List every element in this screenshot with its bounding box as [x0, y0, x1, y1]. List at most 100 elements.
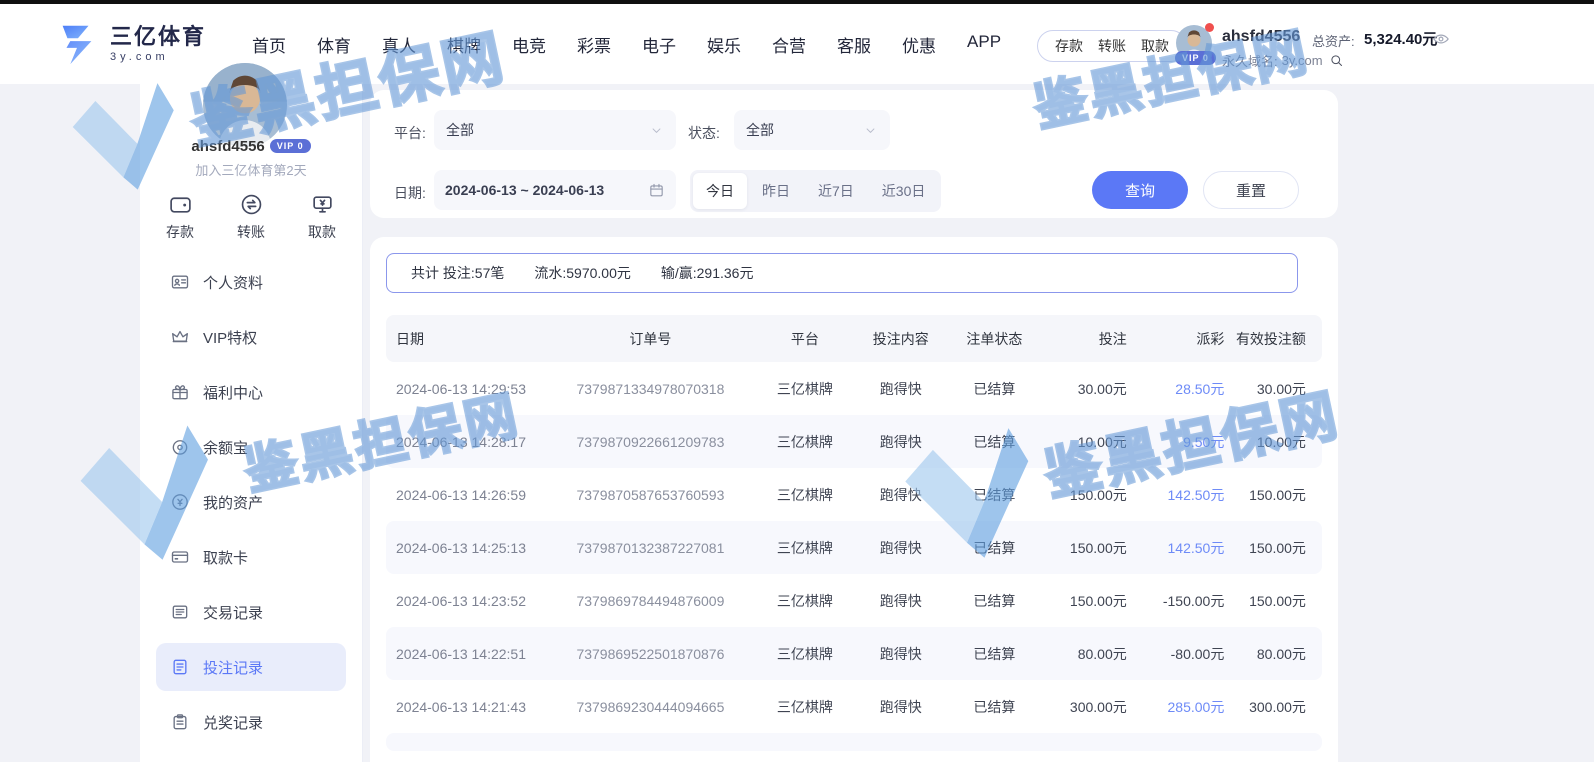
- cell-payout: -150.00元: [1135, 591, 1229, 611]
- sidebar-vip-badge: VIP 0: [270, 139, 311, 153]
- username[interactable]: ahsfd4556: [1222, 28, 1300, 46]
- nav-item-电竞[interactable]: 电竞: [512, 32, 546, 57]
- status-select[interactable]: 全部: [734, 110, 890, 150]
- nav-item-棋牌[interactable]: 棋牌: [447, 32, 481, 57]
- platform-select-value: 全部: [446, 120, 474, 140]
- sidebar-item-交易记录[interactable]: 交易记录: [156, 588, 346, 636]
- cell-valid-bet: 30.00元: [1228, 379, 1322, 399]
- sidebar-item-label: VIP特权: [203, 327, 257, 348]
- cell-bet-amount: 150.00元: [1041, 485, 1135, 505]
- sidebar-item-label: 个人资料: [203, 272, 263, 293]
- wallet-action-取款[interactable]: 取款: [1141, 36, 1169, 56]
- eye-icon[interactable]: [1432, 30, 1450, 48]
- sidebar-item-投注记录[interactable]: 投注记录: [156, 643, 346, 691]
- quick-action-转账[interactable]: 转账: [237, 192, 265, 242]
- nav-item-合营[interactable]: 合营: [772, 32, 806, 57]
- cell-bet-content: 跑得快: [854, 379, 948, 399]
- cell-order-no: 7379869522501870876: [545, 646, 756, 662]
- nav-item-体育[interactable]: 体育: [317, 32, 351, 57]
- magnifier-icon[interactable]: [1329, 53, 1344, 68]
- assets-label: 总资产:: [1312, 31, 1355, 50]
- cell-payout: 28.50元: [1135, 379, 1229, 399]
- nav-item-彩票[interactable]: 彩票: [577, 32, 611, 57]
- cell-platform: 三亿棋牌: [756, 485, 854, 505]
- id-card-icon: [170, 272, 190, 292]
- cell-order-no: 7379870587653760593: [545, 487, 756, 503]
- quick-action-label: 转账: [237, 222, 265, 242]
- cell-status: 已结算: [948, 379, 1042, 399]
- cell-payout: -80.00元: [1135, 644, 1229, 664]
- sidebar-item-label: 投注记录: [203, 657, 263, 678]
- col-header-bet-content: 投注内容: [854, 329, 948, 349]
- nav-item-电子[interactable]: 电子: [642, 32, 676, 57]
- col-header-valid-bet: 有效投注额: [1228, 329, 1322, 349]
- quick-range-group: 今日昨日近7日近30日: [690, 170, 941, 212]
- sidebar-item-兑奖记录[interactable]: 兑奖记录: [156, 698, 346, 746]
- date-range-value: 2024-06-13 ~ 2024-06-13: [445, 182, 604, 198]
- cell-payout: 285.00元: [1135, 697, 1229, 717]
- table-row: 2024-06-13 14:28:177379870922661209783三亿…: [386, 415, 1322, 468]
- nav-item-真人[interactable]: 真人: [382, 32, 416, 57]
- site-logo[interactable]: 三亿体育 3y.com: [54, 21, 206, 67]
- date-range-input[interactable]: 2024-06-13 ~ 2024-06-13: [434, 170, 676, 210]
- cell-bet-amount: 150.00元: [1041, 591, 1135, 611]
- sidebar-item-VIP特权[interactable]: VIP特权: [156, 313, 346, 361]
- quick-action-存款[interactable]: 存款: [166, 192, 194, 242]
- nav-item-娱乐[interactable]: 娱乐: [707, 32, 741, 57]
- cell-bet-content: 跑得快: [854, 591, 948, 611]
- wallet-action-存款[interactable]: 存款: [1055, 36, 1083, 56]
- reset-button[interactable]: 重置: [1203, 171, 1299, 209]
- cell-bet-content: 跑得快: [854, 697, 948, 717]
- notification-dot: [1205, 23, 1214, 32]
- sidebar-item-余额宝[interactable]: 余额宝: [156, 423, 346, 471]
- sidebar-item-label: 福利中心: [203, 382, 263, 403]
- range-昨日[interactable]: 昨日: [749, 173, 803, 209]
- clipboard-icon: [170, 712, 190, 732]
- cell-valid-bet: 10.00元: [1228, 432, 1322, 452]
- withdraw-icon: [310, 192, 335, 217]
- window-top-edge: [0, 0, 1594, 4]
- nav-item-优惠[interactable]: 优惠: [902, 32, 936, 57]
- table-row: 2024-06-13 14:26:597379870587653760593三亿…: [386, 468, 1322, 521]
- assets-icon: [170, 492, 190, 512]
- query-button[interactable]: 查询: [1092, 171, 1188, 209]
- platform-select[interactable]: 全部: [434, 110, 676, 150]
- deposit-wallet-icon: [168, 192, 193, 217]
- nav-item-APP[interactable]: APP: [967, 32, 1001, 57]
- sidebar-item-label: 我的资产: [203, 492, 263, 513]
- sidebar-quick-actions: 存款转账 取款: [140, 192, 362, 242]
- cell-order-no: 7379870922661209783: [545, 434, 756, 450]
- cell-date: 2024-06-13 14:26:59: [386, 487, 545, 503]
- sidebar-item-取款卡[interactable]: 取款卡: [156, 533, 346, 581]
- range-今日[interactable]: 今日: [693, 173, 747, 209]
- cell-date: 2024-06-13 14:25:13: [386, 540, 545, 556]
- quick-action-label: 取款: [308, 222, 336, 242]
- sidebar-item-福利中心[interactable]: 福利中心: [156, 368, 346, 416]
- quick-action-取款[interactable]: 取款: [308, 192, 336, 242]
- domain-label: 永久域名:: [1222, 51, 1278, 70]
- table-row: 2024-06-13 14:25:137379870132387227081三亿…: [386, 521, 1322, 574]
- summary-turnover: 流水:5970.00元: [534, 263, 631, 283]
- cell-bet-amount: 300.00元: [1041, 697, 1135, 717]
- wallet-action-转账[interactable]: 转账: [1098, 36, 1126, 56]
- cell-platform: 三亿棋牌: [756, 591, 854, 611]
- bank-card-icon: [170, 547, 190, 567]
- range-近7日[interactable]: 近7日: [805, 173, 867, 209]
- cell-date: 2024-06-13 14:29:53: [386, 381, 545, 397]
- cell-order-no: 7379870132387227081: [545, 540, 756, 556]
- gift-icon: [170, 382, 190, 402]
- sidebar-item-个人资料[interactable]: 个人资料: [156, 258, 346, 306]
- col-header-platform: 平台: [756, 329, 854, 349]
- nav-item-客服[interactable]: 客服: [837, 32, 871, 57]
- cell-date: 2024-06-13 14:21:43: [386, 699, 545, 715]
- cell-platform: 三亿棋牌: [756, 538, 854, 558]
- cell-platform: 三亿棋牌: [756, 697, 854, 717]
- sidebar-item-我的资产[interactable]: 我的资产: [156, 478, 346, 526]
- logo-icon: [54, 21, 100, 67]
- profile-avatar[interactable]: [203, 63, 287, 147]
- bet-record-icon: [170, 657, 190, 677]
- range-近30日[interactable]: 近30日: [869, 173, 939, 209]
- chevron-down-icon: [649, 123, 664, 138]
- nav-item-首页[interactable]: 首页: [252, 32, 286, 57]
- table-row: 2024-06-13 14:22:517379869522501870876三亿…: [386, 627, 1322, 680]
